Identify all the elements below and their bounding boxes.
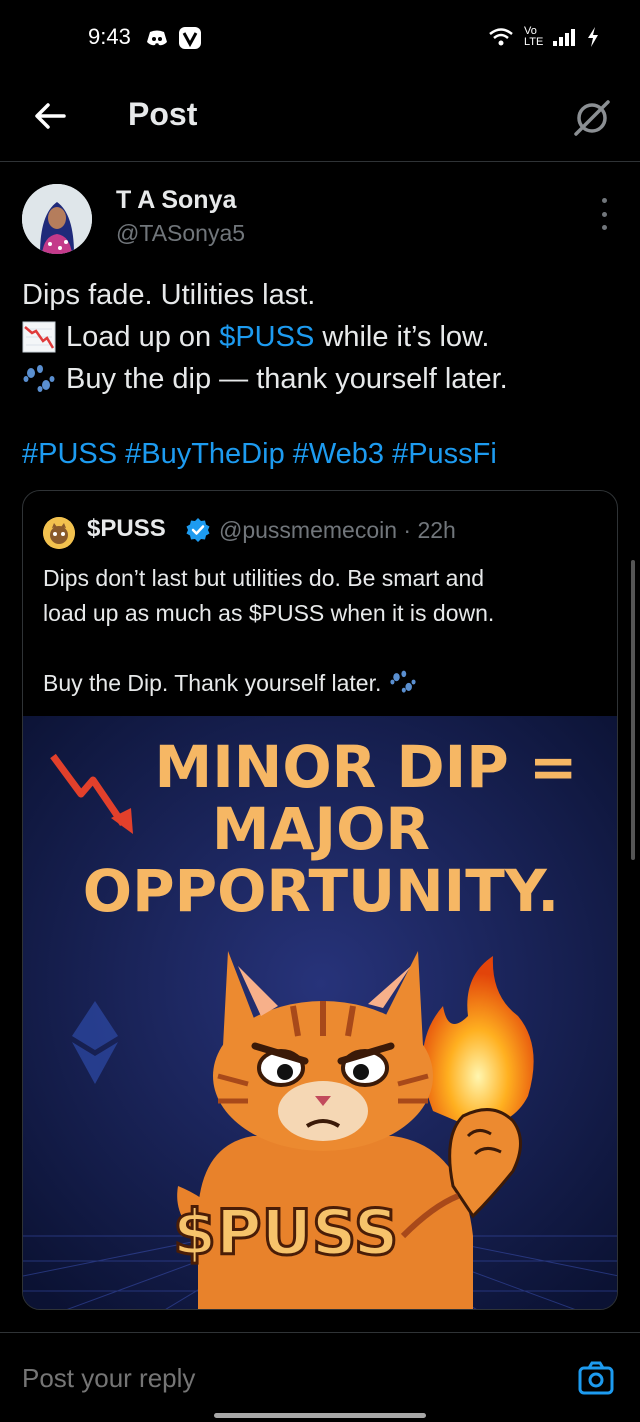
- verified-badge-icon: [186, 518, 210, 542]
- post-line: Buy the dip — thank yourself later.: [22, 358, 622, 400]
- hashtag-link[interactable]: #PussFi: [392, 438, 497, 470]
- grok-icon[interactable]: [570, 96, 614, 140]
- quote-author-meta: @pussmemecoin · 22h: [219, 517, 456, 543]
- discord-icon: [147, 30, 167, 46]
- paw-prints-icon: [23, 365, 55, 392]
- hashtag-link[interactable]: #Web3: [293, 438, 384, 470]
- author-avatar[interactable]: [22, 184, 92, 254]
- wifi-icon: [489, 28, 513, 46]
- image-brand-text: $PUSS: [171, 1195, 399, 1271]
- author-name[interactable]: T A Sonya: [116, 186, 236, 215]
- quote-line-1: Dips don’t last but utilities do. Be sma…: [43, 565, 485, 591]
- quoted-post-card[interactable]: $PUSS @pussmemecoin · 22h Dips don’t las…: [22, 490, 618, 1310]
- quote-line-2: load up as much as $PUSS when it is down…: [43, 600, 495, 626]
- image-headline-line: MINOR DIP =: [154, 733, 578, 801]
- post-line: Load up on $PUSS while it’s low.: [22, 316, 622, 358]
- reply-input[interactable]: [22, 1363, 357, 1394]
- quote-text: Dips don’t last but utilities do. Be sma…: [43, 561, 603, 701]
- post-text: Dips fade. Utilities last. Load up on $P…: [22, 274, 622, 400]
- hashtag-link[interactable]: #PUSS: [22, 438, 117, 470]
- reply-bar: [0, 1332, 640, 1410]
- signal-icon: [553, 29, 575, 46]
- volte-icon: Vo LTE: [524, 25, 544, 48]
- camera-icon[interactable]: [578, 1361, 614, 1395]
- cashtag-link[interactable]: $PUSS: [219, 316, 314, 358]
- charging-icon: [588, 27, 598, 47]
- image-headline-line: MAJOR: [211, 795, 431, 863]
- post-line-2-prefix: Load up on: [66, 321, 220, 353]
- post-line-2-suffix: while it’s low.: [314, 321, 490, 353]
- more-options-icon[interactable]: [594, 198, 614, 230]
- status-time: 9:43: [88, 24, 131, 49]
- v-app-icon: [179, 27, 201, 49]
- post-line: Dips fade. Utilities last.: [22, 274, 622, 316]
- scrollbar[interactable]: [631, 560, 635, 860]
- quote-author-name[interactable]: $PUSS: [87, 515, 166, 543]
- quote-author-avatar[interactable]: [43, 517, 75, 549]
- hashtag-link[interactable]: #BuyTheDip: [125, 438, 285, 470]
- status-bar: 9:43 Vo LTE: [0, 0, 640, 80]
- post-line-3: Buy the dip — thank yourself later.: [66, 363, 508, 395]
- image-headline-line: OPPORTUNITY.: [82, 857, 560, 925]
- quote-line-3: Buy the Dip. Thank yourself later.: [43, 670, 382, 696]
- back-arrow-icon[interactable]: [30, 96, 70, 136]
- author-handle[interactable]: @TASonya5: [116, 220, 245, 247]
- quote-media-image[interactable]: MINOR DIP = MAJOR OPPORTUNITY. $PUSS: [23, 716, 617, 1309]
- top-app-bar: Post: [0, 80, 640, 162]
- chart-decreasing-icon: [22, 321, 56, 353]
- quote-line-3-row: Buy the Dip. Thank yourself later.: [43, 666, 603, 701]
- post-line-1: Dips fade. Utilities last.: [22, 279, 316, 311]
- home-indicator[interactable]: [214, 1413, 426, 1418]
- image-headline: MINOR DIP = MAJOR OPPORTUNITY.: [23, 733, 617, 925]
- hashtag-list: #PUSS #BuyTheDip #Web3 #PussFi: [22, 438, 505, 471]
- paw-prints-icon: [390, 670, 416, 693]
- page-title: Post: [128, 96, 198, 132]
